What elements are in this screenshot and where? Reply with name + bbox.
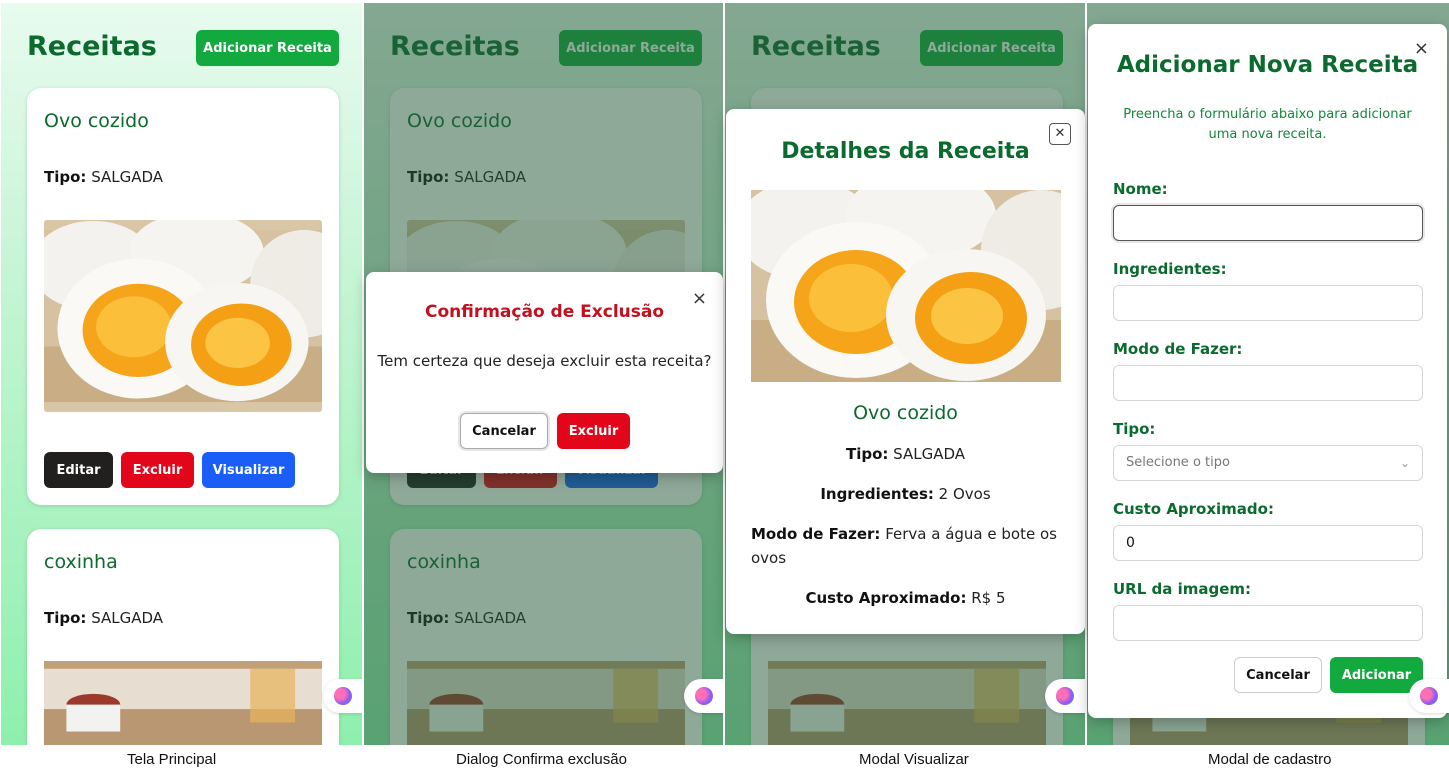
recipe-image [751, 190, 1061, 382]
detail-method-label: Modo de Fazer: [751, 525, 881, 543]
recipe-card: Ovo cozido Tipo: SALGADA Editar Excluir … [27, 88, 339, 505]
detail-cost-value: R$ 5 [971, 589, 1006, 607]
name-input[interactable] [1113, 205, 1423, 241]
method-label: Modo de Fazer: [1113, 340, 1243, 358]
type-label: Tipo: [1113, 420, 1156, 438]
recipe-name: Ovo cozido [853, 402, 958, 424]
recipe-type: Tipo: SALGADA [44, 168, 163, 186]
detail-ingredients: Ingredientes: 2 Ovos [751, 482, 1060, 506]
brain-icon[interactable] [323, 679, 362, 713]
modal-description: Preencha o formulário abaixo para adicio… [1123, 107, 1412, 142]
ingredients-label: Ingredientes: [1113, 260, 1227, 278]
create-recipe-modal: × Adicionar Nova Receita Preencha o form… [1088, 24, 1447, 718]
confirm-delete-dialog: × Confirmação de Exclusão Tem certeza qu… [366, 272, 723, 473]
recipe-image [44, 220, 322, 412]
type-select-placeholder: Selecione o tipo [1126, 455, 1230, 470]
view-button[interactable]: Visualizar [202, 452, 295, 488]
detail-ingredients-value: 2 Ovos [938, 485, 991, 503]
recipe-name: coxinha [44, 551, 118, 573]
name-label: Nome: [1113, 180, 1168, 198]
caption-confirm: Dialog Confirma exclusão [456, 751, 627, 768]
ingredients-input[interactable] [1113, 285, 1423, 321]
detail-type-value: SALGADA [893, 445, 966, 463]
recipe-type-value: SALGADA [91, 609, 164, 627]
caption-main: Tela Principal [127, 751, 217, 768]
recipe-type-label: Tipo: [44, 609, 87, 627]
brain-icon[interactable] [1045, 679, 1085, 713]
brain-icon[interactable] [684, 679, 723, 713]
delete-button[interactable]: Excluir [121, 452, 194, 488]
detail-type: Tipo: SALGADA [751, 442, 1060, 466]
recipe-details-modal: ✕ Detalhes da Receita Ovo cozido Tipo: S… [726, 109, 1085, 634]
type-select[interactable]: Selecione o tipo ⌄ [1113, 445, 1423, 481]
method-input[interactable] [1113, 365, 1423, 401]
panel-main: Receitas Adicionar Receita Ovo cozido Ti… [1, 3, 362, 745]
cancel-button[interactable]: Cancelar [460, 413, 548, 449]
recipe-image [44, 661, 322, 745]
confirm-delete-button[interactable]: Excluir [557, 413, 630, 449]
cost-label: Custo Aproximado: [1113, 500, 1274, 518]
detail-type-label: Tipo: [845, 445, 889, 463]
dialog-title: Confirmação de Exclusão [424, 302, 665, 322]
edit-button[interactable]: Editar [44, 452, 113, 488]
add-recipe-button[interactable]: Adicionar Receita [196, 30, 339, 66]
caption-create: Modal de cadastro [1208, 751, 1332, 768]
brain-icon[interactable] [1409, 679, 1449, 713]
image-url-label: URL da imagem: [1113, 580, 1252, 598]
submit-button[interactable]: Adicionar [1330, 657, 1423, 693]
detail-method: Modo de Fazer: Ferva a água e bote os ov… [751, 522, 1060, 570]
detail-cost: Custo Aproximado: R$ 5 [751, 586, 1060, 610]
chevron-down-icon: ⌄ [1399, 456, 1410, 470]
recipe-type-value: SALGADA [91, 168, 164, 186]
recipe-type-label: Tipo: [44, 168, 87, 186]
recipe-type: Tipo: SALGADA [44, 609, 163, 627]
modal-title: Detalhes da Receita [781, 139, 1030, 164]
image-url-input[interactable] [1113, 605, 1423, 641]
recipe-card: coxinha Tipo: SALGADA [27, 529, 339, 745]
modal-title: Adicionar Nova Receita [1116, 52, 1419, 78]
detail-ingredients-label: Ingredientes: [820, 485, 934, 503]
cancel-button[interactable]: Cancelar [1234, 657, 1322, 693]
page-title: Receitas [27, 31, 157, 62]
detail-cost-label: Custo Aproximado: [805, 589, 967, 607]
cost-input[interactable] [1113, 525, 1423, 561]
caption-details: Modal Visualizar [859, 751, 969, 768]
recipe-name: Ovo cozido [44, 110, 149, 132]
dialog-message: Tem certeza que deseja excluir esta rece… [377, 352, 712, 370]
